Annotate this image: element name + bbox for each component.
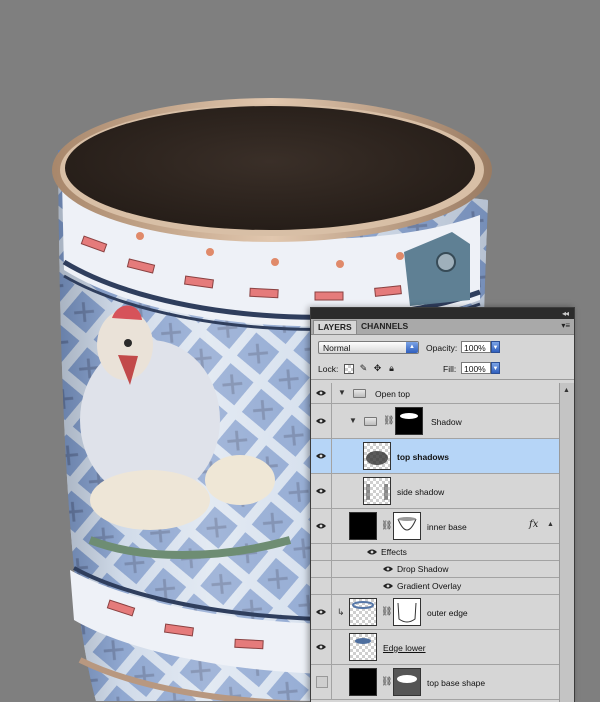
layer-name: side shadow (397, 487, 445, 497)
scroll-up-icon[interactable]: ▲ (563, 387, 570, 394)
eye-icon[interactable] (316, 609, 326, 615)
lock-brush-icon[interactable]: ✎ (359, 364, 368, 373)
layer-row-inner-base[interactable]: ⛓ inner base fx ▲ (311, 509, 560, 544)
layer-name: Shadow (431, 417, 462, 427)
layer-row-edge-lower[interactable]: Edge lower (311, 630, 560, 665)
layer-name: Edge lower (383, 643, 426, 653)
blend-dropdown-icon[interactable]: ▲ (406, 342, 418, 353)
fx-icon[interactable]: fx (529, 519, 538, 530)
link-icon[interactable]: ⛓ (383, 415, 394, 426)
panel-tabbar: LAYERS CHANNELS ▾≡ (311, 319, 574, 335)
fill-dropdown-icon[interactable]: ▼ (491, 362, 500, 374)
eye-icon[interactable] (367, 549, 377, 555)
layer-mask-thumbnail[interactable] (393, 512, 421, 540)
layers-panel: ◂◂ LAYERS CHANNELS ▾≡ Normal ▲ Opacity: … (310, 307, 575, 702)
clipping-arrow-icon: ↳ (337, 607, 345, 617)
layer-name: Open top (375, 389, 410, 399)
layer-thumbnail[interactable] (349, 512, 377, 540)
tab-channels[interactable]: CHANNELS (357, 320, 412, 333)
eye-icon[interactable] (316, 644, 326, 650)
opacity-field[interactable]: 100% (461, 341, 491, 353)
eye-icon[interactable] (316, 418, 326, 424)
fill-field[interactable]: 100% (461, 362, 491, 374)
layer-thumbnail[interactable] (363, 442, 391, 470)
layer-mask-thumbnail[interactable] (395, 407, 423, 435)
layer-mask-thumbnail[interactable] (393, 668, 421, 696)
effects-toggle-icon[interactable]: ▲ (547, 521, 554, 528)
fill-label: Fill: (443, 364, 457, 374)
layer-name: inner base (427, 522, 467, 532)
eye-icon[interactable] (316, 453, 326, 459)
layer-thumbnail[interactable] (363, 477, 391, 505)
lock-all-icon[interactable]: 🔒︎ (387, 364, 396, 373)
eye-icon[interactable] (383, 583, 393, 589)
layer-thumbnail[interactable] (349, 633, 377, 661)
link-icon[interactable]: ⛓ (381, 520, 392, 531)
lock-move-icon[interactable]: ✥ (373, 364, 382, 373)
eye-icon[interactable] (383, 566, 393, 572)
effect-row-drop-shadow[interactable]: Drop Shadow (311, 561, 560, 578)
effect-name: Gradient Overlay (397, 581, 462, 591)
folder-icon (353, 389, 366, 398)
eye-icon[interactable] (316, 390, 326, 396)
collapse-icon[interactable]: ◂◂ (562, 308, 569, 319)
expand-triangle-icon[interactable]: ▼ (349, 416, 357, 425)
layer-row-top-base-shape[interactable]: ⛓ top base shape (311, 665, 560, 700)
layer-row-side-shadow[interactable]: side shadow (311, 474, 560, 509)
visibility-off-box[interactable] (316, 676, 328, 688)
panel-titlebar[interactable]: ◂◂ (311, 308, 574, 319)
layer-thumbnail[interactable] (349, 598, 377, 626)
expand-triangle-icon[interactable]: ▼ (338, 388, 346, 397)
eye-icon[interactable] (316, 523, 326, 529)
effect-row-gradient-overlay[interactable]: Gradient Overlay (311, 578, 560, 595)
lock-row: Lock: ✎ ✥ 🔒︎ Fill: 100% ▼ (311, 359, 574, 380)
effect-name: Drop Shadow (397, 564, 449, 574)
opacity-dropdown-icon[interactable]: ▼ (491, 341, 500, 353)
blend-row: Normal ▲ Opacity: 100% ▼ (311, 335, 574, 359)
layers-list: ▼ Open top ▼ ⛓ Shadow top shadows side s… (311, 383, 560, 702)
layer-name: top base shape (427, 678, 486, 688)
layer-row-outer-edge[interactable]: ↳ ⛓ outer edge (311, 595, 560, 630)
blend-mode-select[interactable]: Normal ▲ (318, 341, 419, 354)
lock-label: Lock: (318, 364, 339, 374)
opacity-label: Opacity: (426, 343, 458, 353)
eye-icon[interactable] (316, 488, 326, 494)
effects-label: Effects (381, 547, 407, 557)
layer-row-open-top[interactable]: ▼ Open top (311, 383, 560, 404)
layer-mask-thumbnail[interactable] (393, 598, 421, 626)
link-icon[interactable]: ⛓ (381, 606, 392, 617)
layer-name: outer edge (427, 608, 468, 618)
tab-layers[interactable]: LAYERS (313, 320, 357, 334)
layer-thumbnail[interactable] (349, 668, 377, 696)
layers-scrollbar[interactable]: ▲ (559, 383, 574, 702)
layer-name: top shadows (397, 452, 449, 462)
can-interior (65, 106, 475, 230)
link-icon[interactable]: ⛓ (381, 676, 392, 687)
layer-row-top-shadows[interactable]: top shadows (311, 439, 560, 474)
layer-row-shadow[interactable]: ▼ ⛓ Shadow (311, 404, 560, 439)
blend-mode-value: Normal (323, 343, 351, 353)
effects-header-row[interactable]: Effects (311, 544, 560, 561)
lock-transparent-icon[interactable] (344, 364, 354, 374)
panel-menu-icon[interactable]: ▾≡ (561, 321, 570, 330)
folder-icon (364, 417, 377, 426)
